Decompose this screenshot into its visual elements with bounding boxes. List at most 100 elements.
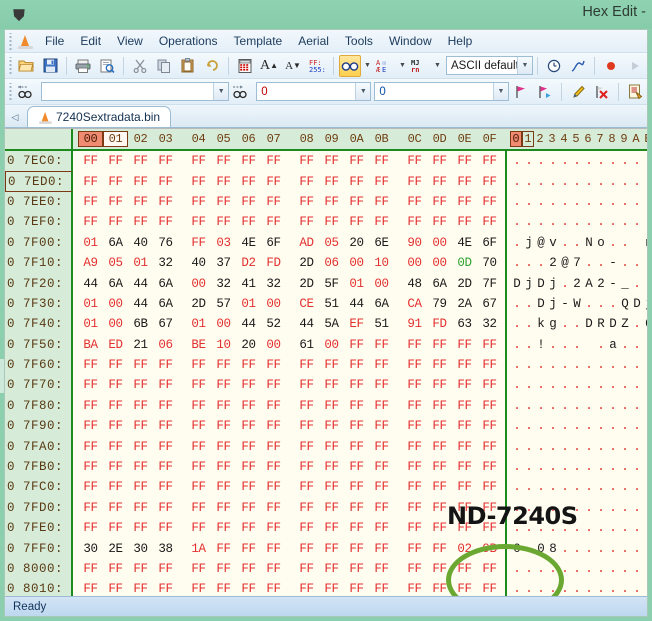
hex-row[interactable]: 0 7F70: FF FF FF FF FF FF FF FF FF FF FF FF FF FF FF FF.… [5, 375, 647, 396]
hex-byte[interactable]: FF [319, 582, 344, 596]
hex-byte[interactable]: FF [78, 562, 103, 576]
hex-byte[interactable]: FF [153, 480, 178, 494]
hex-byte[interactable]: FF [319, 154, 344, 168]
hex-byte[interactable]: FF [344, 338, 369, 352]
ascii-char[interactable]: . [607, 215, 619, 229]
hex-byte[interactable]: FF [128, 521, 153, 535]
ascii-char[interactable]: R [595, 317, 607, 331]
ascii-char[interactable]: . [583, 399, 595, 413]
hex-byte[interactable]: FF [186, 501, 211, 515]
hex-byte[interactable]: 6A [103, 277, 128, 291]
ascii-char[interactable]: . [523, 297, 535, 311]
hex-row[interactable]: 0 7EE0: FF FF FF FF FF FF FF FF FF FF FF FF FF FF FF FF.… [5, 191, 647, 213]
hex-byte[interactable]: FF [402, 378, 427, 392]
ascii-char[interactable]: . [583, 582, 595, 596]
hex-byte[interactable]: FF [128, 501, 153, 515]
hex-byte[interactable]: FF [427, 440, 452, 454]
paste-icon[interactable] [177, 55, 199, 77]
hex-byte[interactable]: FF [236, 358, 261, 372]
ascii-char[interactable]: N [583, 236, 595, 250]
ascii-char[interactable]: . [631, 399, 643, 413]
row-ascii[interactable]: .j@v..No.. n..No [505, 232, 647, 253]
hex-byte[interactable]: FF [236, 154, 261, 168]
hex-byte[interactable]: FF [153, 175, 178, 189]
hex-byte[interactable]: BA [78, 338, 103, 352]
second-offset-input[interactable]: 0 ▼ [374, 82, 509, 101]
hex-byte[interactable]: FF [294, 175, 319, 189]
charset-combo[interactable]: ASCII default ▼ [446, 56, 533, 75]
hex-byte[interactable]: 6A [153, 277, 178, 291]
hex-byte[interactable]: FF [477, 440, 502, 454]
hex-byte[interactable]: FF [344, 440, 369, 454]
ascii-char[interactable]: . [607, 501, 619, 515]
row-ascii[interactable]: ...2@7..-......p [505, 252, 647, 274]
column-header-01[interactable]: 01 [103, 131, 128, 147]
hex-byte[interactable]: 51 [369, 317, 394, 331]
hex-byte[interactable]: FF [477, 154, 502, 168]
hex-byte[interactable]: FF [344, 399, 369, 413]
ascii-char[interactable]: . [559, 215, 571, 229]
hex-byte[interactable]: 2D [294, 256, 319, 270]
hex-byte[interactable]: FF [236, 399, 261, 413]
ascii-char[interactable]: . [571, 480, 583, 494]
hex-byte[interactable]: FF [477, 195, 502, 209]
hex-byte[interactable]: FF [369, 582, 394, 596]
row-bytes[interactable]: FF FF FF FF FF FF FF FF FF FF FF FF FF FF FF FF [73, 419, 502, 433]
row-bytes[interactable]: FF FF FF FF FF FF FF FF FF FF FF FF FF FF FF FF [73, 215, 502, 229]
hex-byte[interactable]: 37 [211, 256, 236, 270]
hex-byte[interactable]: 2D [186, 297, 211, 311]
hex-byte[interactable]: FF [261, 215, 286, 229]
hex-byte[interactable]: FF [344, 419, 369, 433]
column-header-05[interactable]: 05 [211, 132, 236, 146]
hex-byte[interactable]: FF [211, 480, 236, 494]
ascii-char[interactable]: . [607, 521, 619, 535]
hex-byte[interactable]: FF [261, 378, 286, 392]
ascii-char[interactable]: D [631, 297, 643, 311]
ascii-char[interactable]: @ [559, 256, 571, 270]
hex-byte[interactable]: FF [186, 582, 211, 596]
hex-byte[interactable]: FF [236, 542, 261, 556]
hex-byte[interactable]: A9 [78, 256, 103, 270]
hex-byte[interactable]: 05 [319, 236, 344, 250]
ascii-char[interactable]: . [511, 480, 523, 494]
hex-byte[interactable]: FF [128, 460, 153, 474]
ascii-char[interactable]: g [547, 317, 559, 331]
ascii-char[interactable]: j [523, 277, 535, 291]
hex-byte[interactable]: FF [128, 215, 153, 229]
ascii-char[interactable]: . [535, 358, 547, 372]
ascii-char[interactable]: . [511, 460, 523, 474]
hex-byte[interactable]: FF [261, 521, 286, 535]
menu-help[interactable]: Help [440, 32, 481, 50]
hex-byte[interactable]: FF [427, 399, 452, 413]
ascii-char[interactable]: . [583, 460, 595, 474]
hex-byte[interactable]: FF [319, 501, 344, 515]
charset-255-icon[interactable]: FF: 255: [306, 55, 328, 77]
hex-byte[interactable]: FF [261, 419, 286, 433]
hex-byte[interactable]: FF [153, 562, 178, 576]
row-ascii[interactable]: DjDj.2A2-_..Hj-. [505, 273, 647, 294]
hex-byte[interactable]: 4E [236, 236, 261, 250]
hex-byte[interactable]: FF [369, 154, 394, 168]
hex-byte[interactable]: FF [261, 562, 286, 576]
menu-file[interactable]: File [37, 32, 72, 50]
hex-byte[interactable]: 48 [402, 277, 427, 291]
ascii-char[interactable]: . [643, 154, 647, 168]
hex-byte[interactable]: 52 [261, 317, 286, 331]
open-file-icon[interactable] [15, 55, 37, 77]
hex-byte[interactable]: FF [344, 480, 369, 494]
hex-byte[interactable]: FF [128, 195, 153, 209]
hex-byte[interactable]: FF [477, 419, 502, 433]
hex-byte[interactable]: 01 [236, 297, 261, 311]
ascii-char[interactable]: . [631, 562, 643, 576]
menu-aerial[interactable]: Aerial [290, 32, 337, 50]
hex-byte[interactable]: FF [186, 480, 211, 494]
ascii-char[interactable]: . [547, 358, 559, 372]
hex-byte[interactable]: 44 [78, 277, 103, 291]
ascii-char[interactable]: . [559, 236, 571, 250]
ascii-char[interactable]: . [535, 419, 547, 433]
ascii-char[interactable]: . [607, 154, 619, 168]
ascii-char[interactable]: . [571, 215, 583, 229]
hex-byte[interactable]: FF [294, 419, 319, 433]
cut-icon[interactable] [129, 55, 151, 77]
hex-row[interactable]: 0 7EC0: FF FF FF FF FF FF FF FF FF FF FF FF FF FF FF FF.… [5, 151, 647, 172]
